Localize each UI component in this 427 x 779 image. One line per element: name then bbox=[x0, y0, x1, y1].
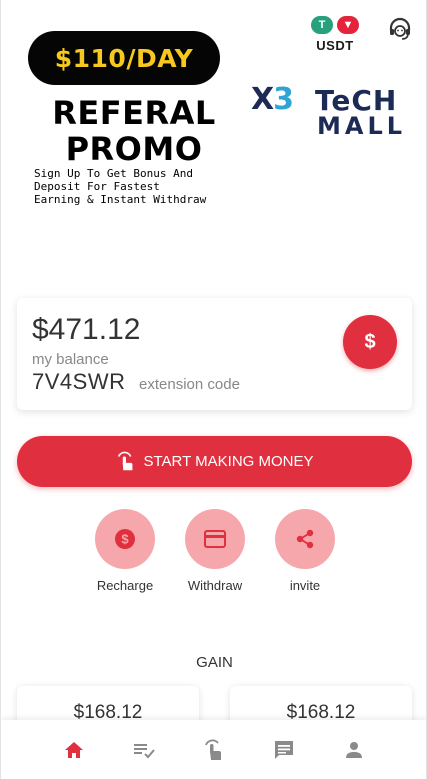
promo-sub-line1: Sign Up To Get Bonus And bbox=[34, 167, 193, 180]
invite-action[interactable]: invite bbox=[265, 509, 345, 593]
daily-earning-pill: $110/DAY bbox=[28, 31, 220, 85]
svg-text:$: $ bbox=[121, 532, 129, 547]
message-icon[interactable] bbox=[272, 738, 296, 762]
recharge-circle[interactable]: $ bbox=[95, 509, 155, 569]
app-screen: T ▼ USDT $110/DAY REFERAL PROMO Sign Up … bbox=[0, 0, 427, 779]
promo-subtitle: Sign Up To Get Bonus And Deposit For Fas… bbox=[34, 167, 244, 206]
promo-sub-line2: Deposit For Fastest bbox=[34, 180, 160, 193]
share-icon bbox=[296, 529, 314, 549]
promo-sub-line3: Earning & Instant Withdraw bbox=[34, 193, 207, 206]
tap-icon bbox=[118, 451, 133, 470]
invite-circle[interactable] bbox=[275, 509, 335, 569]
balance-card: $471.12 my balance 7V4SWR extension code… bbox=[17, 298, 412, 410]
promo-banner[interactable]: $110/DAY REFERAL PROMO Sign Up To Get Bo… bbox=[1, 20, 426, 220]
recharge-action[interactable]: $ Recharge bbox=[85, 509, 165, 593]
extension-code-value[interactable]: 7V4SWR bbox=[32, 369, 125, 395]
promo-title-line2: PROMO bbox=[65, 130, 203, 168]
person-icon[interactable] bbox=[342, 738, 366, 762]
dollar-coin-icon: $ bbox=[115, 529, 135, 549]
balance-amount: $471.12 bbox=[32, 313, 141, 346]
bottom-nav bbox=[1, 720, 426, 779]
invite-label: invite bbox=[289, 578, 321, 593]
recharge-label: Recharge bbox=[96, 578, 154, 593]
start-making-money-button[interactable]: START MAKING MONEY bbox=[17, 436, 412, 487]
card-icon bbox=[204, 530, 226, 548]
action-row: $ Recharge Withdraw invite bbox=[1, 509, 426, 599]
start-button-label: START MAKING MONEY bbox=[143, 453, 314, 470]
logo-mall-text: MALL bbox=[317, 112, 407, 140]
pill-text: $110/DAY bbox=[54, 43, 194, 73]
withdraw-circle[interactable] bbox=[185, 509, 245, 569]
withdraw-label: Withdraw bbox=[187, 578, 243, 593]
x3-tech-mall-logo: X3 TeCH MALL bbox=[251, 82, 421, 142]
promo-title: REFERAL PROMO bbox=[29, 95, 239, 167]
tap-icon[interactable] bbox=[202, 738, 226, 762]
withdraw-action[interactable]: Withdraw bbox=[175, 509, 255, 593]
promo-title-line1: REFERAL bbox=[52, 94, 216, 132]
balance-label: my balance bbox=[32, 351, 109, 368]
balance-dollar-button[interactable]: $ bbox=[343, 315, 397, 369]
logo-mark: X3 bbox=[251, 82, 294, 117]
home-icon[interactable] bbox=[62, 738, 86, 762]
gain-title: GAIN bbox=[196, 654, 233, 671]
task-list-icon[interactable] bbox=[132, 738, 156, 762]
extension-code-label: extension code bbox=[139, 376, 240, 393]
